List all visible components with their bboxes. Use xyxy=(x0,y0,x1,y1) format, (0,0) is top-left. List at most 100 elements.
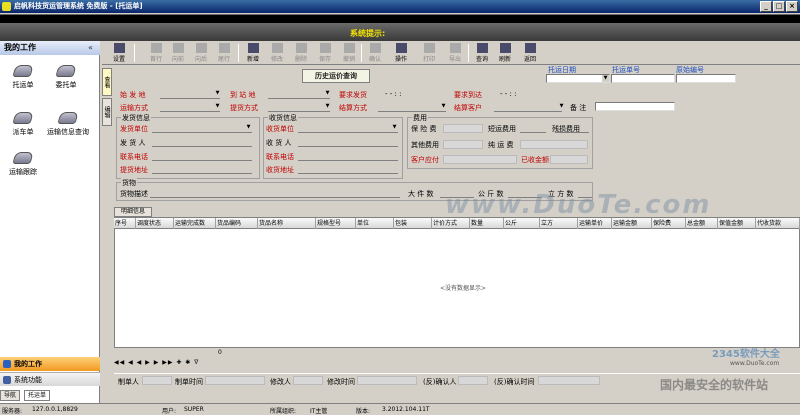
first-icon xyxy=(150,43,162,53)
print-button[interactable]: 打印 xyxy=(418,43,440,63)
req-arrive-input[interactable]: - - : : xyxy=(500,90,516,98)
column-header[interactable]: 保值金额 xyxy=(718,218,756,229)
settle-customer-label: 结算客户 xyxy=(454,104,482,112)
orig-no-input[interactable] xyxy=(676,74,736,83)
tab-view[interactable]: 查看 xyxy=(102,68,112,96)
origin-input[interactable] xyxy=(160,98,220,99)
other-cost-input[interactable] xyxy=(443,140,483,149)
nav-item-consignment[interactable]: 托运单 xyxy=(2,65,44,90)
last-button[interactable]: 尾行 xyxy=(213,43,235,63)
chevron-down-icon[interactable]: ▼ xyxy=(391,124,398,131)
column-header[interactable]: 货品编码 xyxy=(216,218,258,229)
tb-label: 首行 xyxy=(149,56,162,63)
column-header[interactable]: 运输完成数 xyxy=(174,218,216,229)
settle-customer-input[interactable] xyxy=(494,111,562,112)
chevron-down-icon[interactable]: ▼ xyxy=(440,103,447,110)
confirm-button[interactable]: 确认 xyxy=(364,43,386,63)
ship-phone-input[interactable] xyxy=(152,160,252,161)
chevron-down-icon[interactable]: ▼ xyxy=(602,75,609,82)
collapse-icon[interactable]: « xyxy=(88,43,93,52)
export-button[interactable]: 导出 xyxy=(444,43,466,63)
ship-addr-input[interactable] xyxy=(152,173,252,174)
freight-input[interactable] xyxy=(520,140,588,149)
nav-item-transport-query[interactable]: 运输信息查询 xyxy=(45,112,91,137)
chevron-down-icon[interactable]: ▼ xyxy=(324,103,331,110)
tb-label: 向后 xyxy=(194,56,207,63)
next-button[interactable]: 向后 xyxy=(190,43,212,63)
chevron-down-icon[interactable]: ▼ xyxy=(214,90,221,97)
recv-addr-input[interactable] xyxy=(298,173,398,174)
column-header[interactable]: 货品名称 xyxy=(258,218,316,229)
insured-input[interactable] xyxy=(443,124,483,133)
tab-navigation[interactable]: 导航 xyxy=(0,390,21,401)
recv-phone-input[interactable] xyxy=(298,160,398,161)
column-header[interactable]: 调度状态 xyxy=(136,218,174,229)
panel-button-label: 我的工作 xyxy=(14,360,42,368)
new-button[interactable]: 新增 xyxy=(242,43,264,63)
tab-edit[interactable]: 编辑 xyxy=(102,98,112,126)
nav-item-label: 运输跟踪 xyxy=(9,168,37,176)
origin-label: 始 发 地 xyxy=(120,91,146,99)
query-button[interactable]: 查询 xyxy=(471,43,493,63)
other-fee-input[interactable] xyxy=(555,132,589,133)
chevron-down-icon[interactable]: ▼ xyxy=(214,103,221,110)
panel-button-my-work[interactable]: 我的工作 xyxy=(0,357,100,371)
panel-button-system[interactable]: 系统功能 xyxy=(0,372,100,386)
close-button[interactable]: × xyxy=(786,1,798,12)
remark-input[interactable] xyxy=(595,102,675,111)
order-date-input[interactable] xyxy=(546,74,610,83)
undo-button[interactable]: 撤销 xyxy=(338,43,360,63)
column-header[interactable]: 代收货款 xyxy=(756,218,800,229)
tab-detail[interactable]: 明细信息 xyxy=(114,207,152,217)
transport-input[interactable] xyxy=(160,111,220,112)
cust-payable-input[interactable] xyxy=(443,155,517,164)
nav-item-dispatch[interactable]: 派车单 xyxy=(2,112,44,137)
prev-button[interactable]: 向前 xyxy=(167,43,189,63)
shipper-input[interactable] xyxy=(152,146,252,147)
chevron-down-icon[interactable]: ▼ xyxy=(324,90,331,97)
column-header[interactable]: 包装 xyxy=(394,218,432,229)
column-header[interactable]: 规格型号 xyxy=(316,218,356,229)
cargo-desc-input[interactable] xyxy=(150,197,400,198)
order-no-input[interactable] xyxy=(611,74,675,83)
refresh-button[interactable]: 刷新 xyxy=(494,43,516,63)
recv-addr-label: 收货地址 xyxy=(266,166,294,174)
recv-unit-input[interactable] xyxy=(298,132,398,133)
chevron-down-icon[interactable]: ▼ xyxy=(245,124,252,131)
group-title: 发货信息 xyxy=(121,113,151,123)
undo-icon xyxy=(343,43,355,53)
save-button[interactable]: 保存 xyxy=(314,43,336,63)
maximize-button[interactable]: □ xyxy=(773,1,785,12)
tb-label: 撤销 xyxy=(342,56,355,63)
operate-button[interactable]: 操作 xyxy=(389,43,413,63)
minimize-button[interactable]: _ xyxy=(760,1,772,12)
req-arrive-label: 要求到达 xyxy=(454,91,482,99)
paid-input[interactable] xyxy=(550,155,588,164)
tab-consignment[interactable]: 托运单 xyxy=(24,390,51,401)
settle-input[interactable] xyxy=(378,111,446,112)
tb-label: 设置 xyxy=(112,56,125,63)
transport-label: 运输方式 xyxy=(120,104,148,112)
dest-input[interactable] xyxy=(268,98,330,99)
req-depart-label: 要求发货 xyxy=(339,91,367,99)
nav-item-tracking[interactable]: 运输跟踪 xyxy=(2,152,44,177)
nav-item-entrust[interactable]: 委托单 xyxy=(45,65,87,90)
tb-label: 保存 xyxy=(318,56,331,63)
return-button[interactable]: 返回 xyxy=(519,43,541,63)
chevron-down-icon[interactable]: ▼ xyxy=(558,103,565,110)
grid-navigator[interactable]: ◀◀ ◀ ◀ ▶ ▶ ▶▶ ✚ ✱ ∇ xyxy=(114,358,218,368)
window-title: 启帆科技货运管理系统 免费版 - [托运单] xyxy=(14,2,143,10)
confirmer-input xyxy=(458,376,488,385)
receiver-input[interactable] xyxy=(298,146,398,147)
edit-button[interactable]: 修改 xyxy=(266,43,288,63)
ship-unit-input[interactable] xyxy=(152,132,252,133)
column-header[interactable]: 序号 xyxy=(114,218,136,229)
column-header[interactable]: 单位 xyxy=(356,218,394,229)
delete-button[interactable]: 删除 xyxy=(290,43,312,63)
first-button[interactable]: 首行 xyxy=(145,43,167,63)
history-price-button[interactable]: 历史运价查询 xyxy=(302,69,370,83)
pickup-input[interactable] xyxy=(268,111,330,112)
short-fee-input[interactable] xyxy=(520,132,546,133)
req-depart-input[interactable]: - - : : xyxy=(385,90,401,98)
settings-button[interactable]: 设置 xyxy=(108,43,130,63)
